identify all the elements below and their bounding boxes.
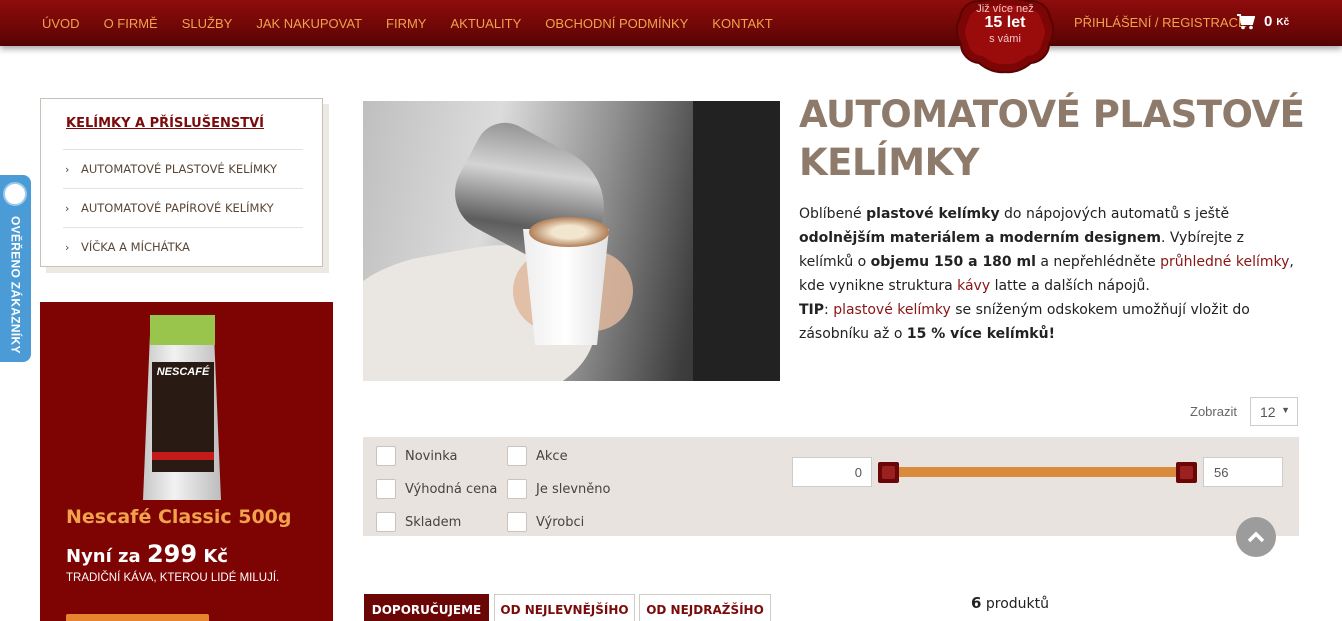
desc-bold: plastové kelímky bbox=[866, 206, 1000, 222]
category-item-label: VÍČKA A MÍCHÁTKA bbox=[81, 240, 190, 254]
tab-od-nejdrazsiho[interactable]: OD NEJDRAŽŠÍHO bbox=[639, 594, 771, 621]
tab-doporucujeme[interactable]: DOPORUČUJEME bbox=[364, 594, 489, 621]
filter-novinka[interactable]: Novinka bbox=[376, 446, 458, 466]
promo-product-name: Nescafé Classic 500g bbox=[66, 506, 292, 528]
category-title[interactable]: KELÍMKY A PŘÍSLUŠENSTVÍ bbox=[66, 116, 264, 131]
cart-icon bbox=[1237, 13, 1255, 29]
checkbox[interactable] bbox=[376, 446, 396, 466]
desc-text: Oblíbené bbox=[799, 206, 867, 222]
nav-jak-nakupovat[interactable]: JAK NAKUPOVAT bbox=[256, 16, 362, 31]
filter-vyrobci[interactable]: Výrobci bbox=[507, 512, 584, 532]
category-item-label: AUTOMATOVÉ PAPÍROVÉ KELÍMKY bbox=[81, 201, 274, 215]
package-top bbox=[150, 315, 215, 345]
description-paragraph: Oblíbené plastové kelímky do nápojových … bbox=[799, 202, 1299, 298]
hero-image bbox=[363, 101, 780, 381]
nav-sluzby[interactable]: SLUŽBY bbox=[182, 16, 233, 31]
chevron-right-icon: › bbox=[65, 201, 70, 215]
promo-price-prefix: Nyní za bbox=[66, 546, 141, 567]
nav-obchodni-podminky[interactable]: OBCHODNÍ PODMÍNKY bbox=[545, 16, 688, 31]
checkbox-label: Skladem bbox=[405, 514, 462, 530]
chevron-right-icon: › bbox=[65, 162, 70, 176]
filter-panel: Novinka Akce Výhodná cena Je slevněno Sk… bbox=[363, 437, 1299, 536]
checkbox-label: Výrobci bbox=[536, 514, 585, 530]
coffee-machine bbox=[693, 101, 780, 381]
category-item-lids-stirrers[interactable]: › VÍČKA A MÍCHÁTKA bbox=[63, 227, 303, 266]
latte-art bbox=[529, 217, 609, 247]
top-navigation-bar: ÚVOD O FIRMĚ SLUŽBY JAK NAKUPOVAT FIRMY … bbox=[0, 0, 1342, 46]
category-item-paper-cups[interactable]: › AUTOMATOVÉ PAPÍROVÉ KELÍMKY bbox=[63, 188, 303, 227]
product-count-label: produktů bbox=[985, 596, 1050, 612]
nav-uvod[interactable]: ÚVOD bbox=[42, 16, 80, 31]
promo-price-value: 299 bbox=[146, 540, 198, 568]
verified-seal-icon bbox=[3, 182, 27, 206]
price-max-handle[interactable] bbox=[1176, 462, 1197, 483]
price-range-slider[interactable] bbox=[884, 467, 1192, 477]
plastic-cups-link[interactable]: plastové kelímky bbox=[833, 302, 951, 318]
product-count: 6 produktů bbox=[971, 594, 1049, 612]
desc-text: a nepřehlédněte bbox=[1035, 254, 1161, 270]
checkbox[interactable] bbox=[507, 512, 527, 532]
badge-line2: 15 let bbox=[984, 14, 1026, 31]
chevron-down-icon: ▼ bbox=[1281, 405, 1290, 415]
checkbox[interactable] bbox=[507, 479, 527, 499]
chevron-up-icon bbox=[1247, 531, 1265, 543]
desc-bold: objemu 150 a 180 ml bbox=[870, 254, 1036, 270]
scroll-to-top-button[interactable] bbox=[1236, 517, 1276, 557]
filter-skladem[interactable]: Skladem bbox=[376, 512, 461, 532]
transparent-cups-link[interactable]: průhledné kelímky bbox=[1160, 254, 1289, 270]
checkbox[interactable] bbox=[376, 512, 396, 532]
per-page-value: 12 bbox=[1260, 404, 1276, 420]
filter-akce[interactable]: Akce bbox=[507, 446, 568, 466]
cart-amount: 0 bbox=[1264, 13, 1273, 30]
promo-button[interactable] bbox=[66, 614, 209, 621]
product-count-number: 6 bbox=[971, 594, 982, 612]
tab-od-nejlevnejsiho[interactable]: OD NEJLEVNĚJŠÍHO bbox=[494, 594, 635, 621]
promo-banner[interactable]: NESCAFÉ Nescafé Classic 500g Nyní za 299… bbox=[40, 302, 333, 621]
desc-text: latte a dalších nápojů. bbox=[990, 278, 1150, 294]
nav-aktuality[interactable]: AKTUALITY bbox=[450, 16, 521, 31]
category-description: Oblíbené plastové kelímky do nápojových … bbox=[799, 202, 1299, 346]
category-box: KELÍMKY A PŘÍSLUŠENSTVÍ › AUTOMATOVÉ PLA… bbox=[40, 98, 323, 267]
tip-paragraph: TIP: plastové kelímky se sníženým odskok… bbox=[799, 298, 1299, 346]
badge-line3: s vámi bbox=[989, 33, 1021, 45]
chevron-right-icon: › bbox=[65, 240, 70, 254]
price-min-handle[interactable] bbox=[878, 462, 899, 483]
checkbox[interactable] bbox=[507, 446, 527, 466]
desc-bold: 15 % více kelímků! bbox=[906, 326, 1055, 342]
checkbox-label: Akce bbox=[536, 448, 568, 464]
package-brand-text: NESCAFÉ bbox=[156, 366, 210, 378]
promo-price: Nyní za 299 Kč bbox=[66, 540, 228, 568]
nav-o-firme[interactable]: O FIRMĚ bbox=[104, 16, 158, 31]
cart-currency: Kč bbox=[1276, 17, 1290, 28]
desc-text: : bbox=[824, 302, 834, 318]
per-page-select[interactable]: 12 ▼ bbox=[1250, 397, 1298, 426]
promo-price-currency: Kč bbox=[203, 546, 228, 567]
nav-kontakt[interactable]: KONTAKT bbox=[712, 16, 772, 31]
filter-vyhodna-cena[interactable]: Výhodná cena bbox=[376, 479, 497, 499]
package-stripe bbox=[152, 452, 214, 460]
desc-text: do nápojových automatů s ještě bbox=[999, 206, 1230, 222]
verified-customers-tab[interactable]: OVĚŘENO ZÁKAZNÍKY bbox=[0, 175, 31, 362]
tip-label: TIP bbox=[799, 302, 825, 318]
coffee-link[interactable]: kávy bbox=[957, 278, 990, 294]
category-item-plastic-cups[interactable]: › AUTOMATOVÉ PLASTOVÉ KELÍMKY bbox=[63, 149, 303, 188]
checkbox[interactable] bbox=[376, 479, 396, 499]
price-max-input[interactable]: 56 bbox=[1203, 457, 1283, 487]
cart-button[interactable]: 0 Kč bbox=[1237, 13, 1289, 30]
main-menu: ÚVOD O FIRMĚ SLUŽBY JAK NAKUPOVAT FIRMY … bbox=[30, 0, 785, 46]
verified-customers-label: OVĚŘENO ZÁKAZNÍKY bbox=[8, 216, 23, 354]
nav-firmy[interactable]: FIRMY bbox=[386, 16, 426, 31]
price-min-input[interactable]: 0 bbox=[792, 457, 872, 487]
page-title: AUTOMATOVÉ PLASTOVÉ KELÍMKY bbox=[799, 93, 1305, 184]
checkbox-label: Je slevněno bbox=[536, 481, 611, 497]
filter-je-slevneno[interactable]: Je slevněno bbox=[507, 479, 610, 499]
promo-subtitle: TRADIČNÍ KÁVA, KTEROU LIDÉ MILUJÍ. bbox=[66, 572, 280, 584]
desc-bold: odolnějším materiálem a moderním designe… bbox=[799, 230, 1161, 246]
login-register-link[interactable]: PŘIHLÁŠENÍ / REGISTRACE bbox=[1074, 15, 1247, 30]
category-item-label: AUTOMATOVÉ PLASTOVÉ KELÍMKY bbox=[81, 162, 278, 176]
anniversary-badge: Již více než 15 let s vámi bbox=[953, 0, 1057, 74]
checkbox-label: Výhodná cena bbox=[405, 481, 498, 497]
per-page-label: Zobrazit bbox=[1190, 404, 1237, 419]
checkbox-label: Novinka bbox=[405, 448, 458, 464]
